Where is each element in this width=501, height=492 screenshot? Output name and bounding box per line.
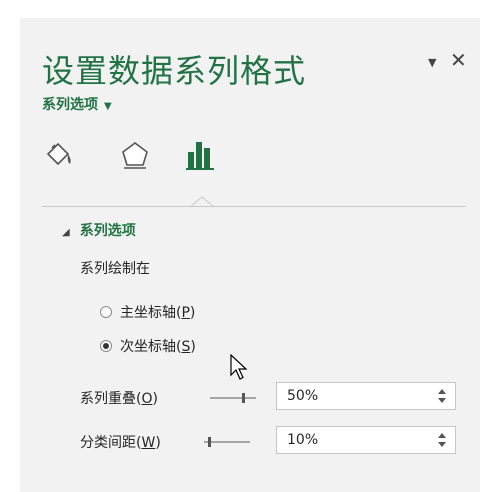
series-overlap-value[interactable]: 50% — [287, 388, 318, 404]
primary-axis-radio[interactable] — [100, 306, 112, 318]
gap-width-value[interactable]: 10% — [287, 432, 318, 448]
series-overlap-slider[interactable] — [208, 390, 260, 406]
series-overlap-label: 系列重叠(O) — [80, 391, 158, 407]
series-options-dropdown[interactable]: 系列选项 ▼ — [42, 94, 112, 114]
mouse-cursor-icon — [230, 354, 248, 380]
chevron-down-icon: ▼ — [104, 101, 112, 112]
secondary-axis-label: 次坐标轴(S) — [120, 339, 196, 355]
gap-width-slider[interactable] — [202, 434, 254, 450]
spinner-arrows-icon[interactable] — [437, 430, 447, 450]
gap-width-label: 分类间距(W) — [80, 435, 161, 451]
pane-options-icon[interactable]: ▼ — [428, 56, 436, 69]
spinner-arrows-icon[interactable] — [437, 386, 447, 406]
secondary-axis-radio[interactable] — [100, 340, 112, 352]
gap-width-spinner[interactable]: 10% — [276, 426, 456, 454]
primary-axis-option[interactable]: 主坐标轴(P) — [100, 302, 195, 322]
tab-fill-line[interactable] — [42, 138, 76, 176]
series-options-dropdown-label: 系列选项 — [42, 97, 98, 113]
tab-effects[interactable] — [118, 138, 152, 176]
plot-series-on-label: 系列绘制在 — [80, 261, 150, 277]
tab-series-options[interactable] — [184, 138, 218, 176]
divider — [42, 206, 466, 207]
secondary-axis-option[interactable]: 次坐标轴(S) — [100, 336, 196, 356]
pane-title: 设置数据系列格式 — [42, 52, 307, 90]
effects-icon — [122, 142, 148, 169]
fill-line-icon — [46, 142, 71, 166]
series-overlap-spinner[interactable]: 50% — [276, 382, 456, 410]
series-options-section-header[interactable]: ◢ 系列选项 — [62, 220, 136, 240]
primary-axis-label: 主坐标轴(P) — [120, 305, 196, 321]
series-options-icon — [186, 142, 214, 170]
close-icon[interactable]: ✕ — [450, 48, 467, 72]
section-title: 系列选项 — [79, 223, 136, 239]
format-data-series-pane: 设置数据系列格式 ▼ ✕ 系列选项 ▼ ◢ 系列选项 系列绘制在 主坐标轴(P)… — [20, 18, 480, 492]
collapse-icon: ◢ — [62, 227, 70, 238]
